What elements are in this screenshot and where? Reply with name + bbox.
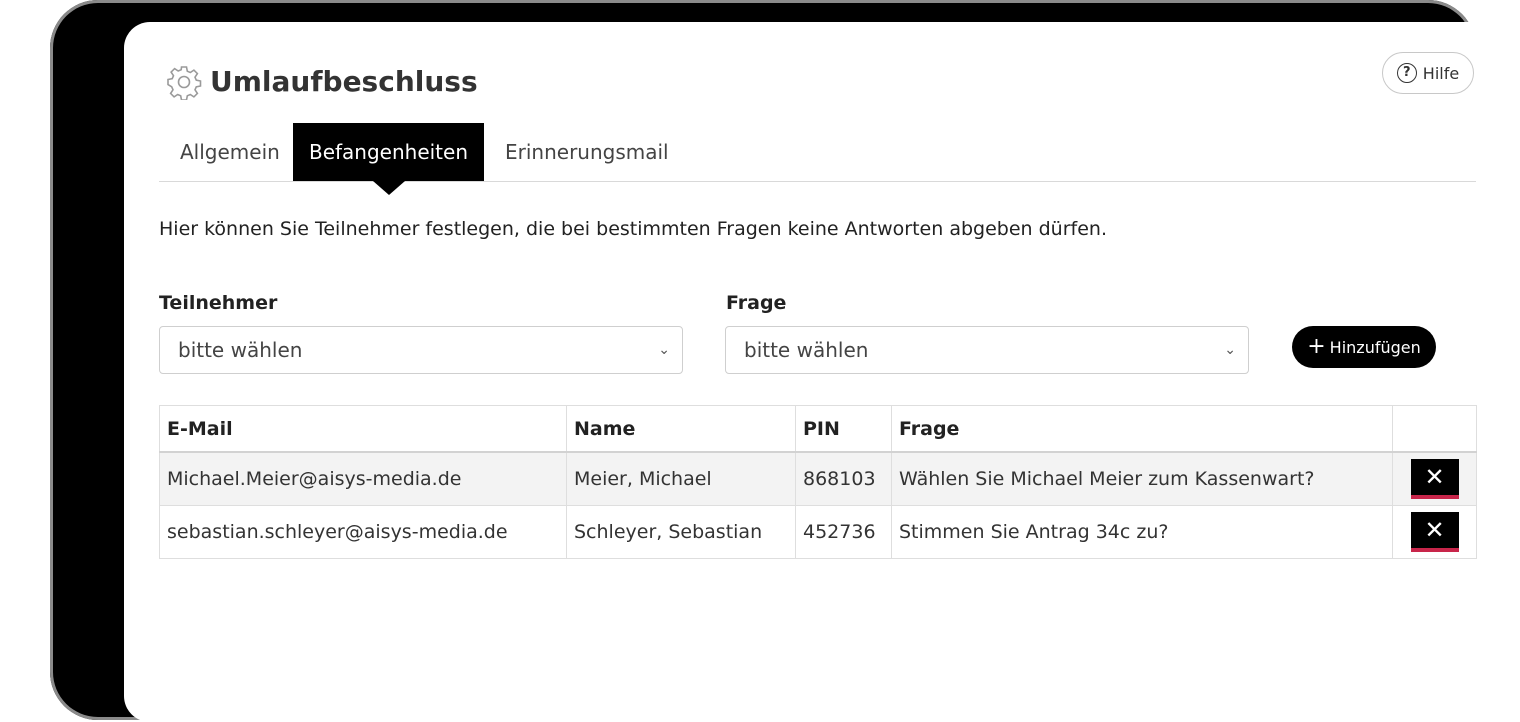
- tab-allgemein[interactable]: Allgemein: [180, 123, 280, 181]
- close-icon: ✕: [1424, 516, 1445, 544]
- cell-question: Stimmen Sie Antrag 34c zu?: [891, 505, 1393, 559]
- column-header-question: Frage: [891, 405, 1393, 453]
- table-row: Michael.Meier@aisys-media.de Meier, Mich…: [159, 451, 1477, 506]
- plus-icon: +: [1307, 334, 1326, 359]
- question-select[interactable]: bitte wählen ⌄: [725, 326, 1249, 374]
- tab-erinnerungsmail[interactable]: Erinnerungsmail: [505, 123, 669, 181]
- cell-email: sebastian.schleyer@aisys-media.de: [159, 505, 567, 559]
- question-select-value: bitte wählen: [744, 338, 869, 362]
- page-title: Umlaufbeschluss: [210, 65, 478, 98]
- cell-actions: ✕: [1392, 505, 1477, 559]
- cell-question: Wählen Sie Michael Meier zum Kassenwart?: [891, 451, 1393, 506]
- column-header-email: E-Mail: [159, 405, 567, 453]
- close-icon: ✕: [1424, 463, 1445, 491]
- tab-befangenheiten[interactable]: Befangenheiten: [293, 123, 484, 195]
- cell-pin: 452736: [795, 505, 892, 559]
- column-header-name: Name: [566, 405, 796, 453]
- participant-label: Teilnehmer: [159, 292, 278, 314]
- participant-select[interactable]: bitte wählen ⌄: [159, 326, 683, 374]
- question-label: Frage: [726, 292, 787, 314]
- gear-icon: [167, 66, 202, 100]
- device-frame: Umlaufbeschluss ? Hilfe Allgemein Befang…: [50, 0, 1505, 722]
- help-button[interactable]: ? Hilfe: [1382, 52, 1474, 94]
- column-header-actions: [1392, 405, 1477, 453]
- delete-button[interactable]: ✕: [1410, 459, 1459, 499]
- tab-bar: Allgemein Befangenheiten Erinnerungsmail: [159, 123, 1476, 195]
- help-icon: ?: [1396, 63, 1417, 83]
- table-header-row: E-Mail Name PIN Frage: [159, 405, 1477, 453]
- chevron-down-icon: ⌄: [658, 342, 670, 358]
- cell-pin: 868103: [795, 451, 892, 506]
- chevron-down-icon: ⌄: [1224, 342, 1236, 358]
- delete-button[interactable]: ✕: [1410, 512, 1459, 552]
- exclusions-table: E-Mail Name PIN Frage Michael.Meier@aisy…: [159, 405, 1477, 559]
- description-text: Hier können Sie Teilnehmer festlegen, di…: [159, 218, 1107, 240]
- cell-email: Michael.Meier@aisys-media.de: [159, 451, 567, 506]
- participant-select-value: bitte wählen: [178, 338, 303, 362]
- help-label: Hilfe: [1422, 63, 1460, 83]
- add-button-label: Hinzufügen: [1329, 337, 1421, 357]
- add-button[interactable]: + Hinzufügen: [1292, 326, 1436, 368]
- column-header-pin: PIN: [795, 405, 892, 453]
- cell-name: Meier, Michael: [566, 451, 796, 506]
- cell-actions: ✕: [1392, 451, 1477, 506]
- cell-name: Schleyer, Sebastian: [566, 505, 796, 559]
- dialog-panel: Umlaufbeschluss ? Hilfe Allgemein Befang…: [124, 22, 1505, 722]
- table-row: sebastian.schleyer@aisys-media.de Schley…: [159, 505, 1477, 559]
